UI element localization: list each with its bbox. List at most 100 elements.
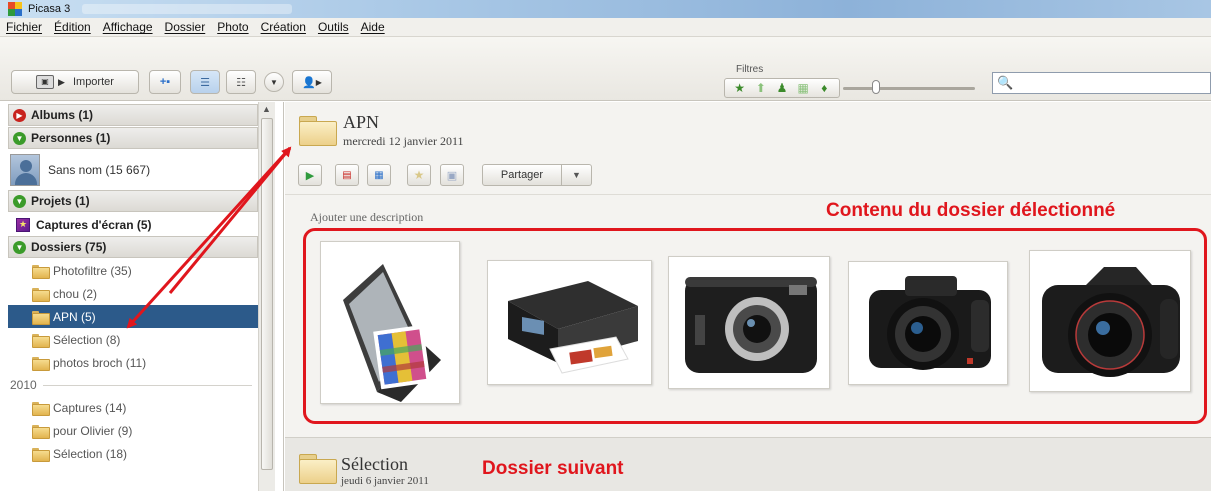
menu-affichage[interactable]: Affichage	[103, 20, 153, 34]
play-icon: ▶	[305, 169, 315, 182]
play-slideshow-button[interactable]: ▶	[298, 164, 322, 186]
thumbnail-printer[interactable]	[487, 260, 652, 385]
next-folder-title: Sélection	[341, 454, 408, 474]
sidebar-scrollbar[interactable]: ▲	[258, 102, 275, 491]
scroll-up-icon[interactable]: ▲	[262, 104, 271, 114]
folder-item[interactable]: photos broch (11)	[8, 351, 258, 374]
view-tree-button[interactable]: ☷	[226, 70, 256, 94]
section-projects-label: Projets (1)	[31, 194, 90, 208]
date-slider-track[interactable]	[843, 87, 975, 90]
folder-label: Photofiltre (35)	[53, 263, 132, 278]
person-icon: 👤	[302, 76, 316, 89]
thumbnail-compact-camera[interactable]	[668, 256, 830, 389]
folder-icon	[32, 287, 50, 302]
library-panel: ▶ Albums (1) ▼ Personnes (1) Sans nom (1…	[0, 102, 284, 491]
collage-button[interactable]: ▦	[367, 164, 391, 186]
thumbnail-scanner[interactable]	[320, 241, 460, 404]
list-view-icon: ☰	[200, 76, 210, 89]
folder-label: photos broch (11)	[53, 355, 147, 370]
next-folder-section: Sélection jeudi 6 janvier 2011 Dossier s…	[285, 437, 1211, 491]
avatar	[10, 154, 40, 186]
upload-filter-icon[interactable]: ⬆	[753, 81, 769, 95]
year-separator: 2010	[8, 374, 258, 396]
folder-icon	[32, 310, 50, 325]
collapse-icon[interactable]: ▼	[13, 194, 26, 208]
folder-label: Sélection (18)	[53, 446, 128, 461]
picasa-logo-icon	[8, 2, 22, 16]
menu-photo[interactable]: Photo	[217, 20, 248, 34]
folder-item[interactable]: Captures (14)	[8, 396, 258, 419]
share-dropdown-button[interactable]: ▼	[562, 164, 592, 186]
section-folders[interactable]: ▼ Dossiers (75)	[8, 236, 258, 258]
folder-label: Sélection (8)	[53, 332, 121, 347]
edit-photo-button[interactable]: ▤	[335, 164, 359, 186]
add-to-album-button[interactable]: +▪	[149, 70, 181, 94]
section-albums[interactable]: ▶ Albums (1)	[8, 104, 258, 126]
folder-date: mercredi 12 janvier 2011	[343, 134, 464, 148]
title-bar-blurred-text	[82, 4, 293, 14]
folder-item[interactable]: Sélection (18)	[8, 442, 258, 465]
menu-dossier[interactable]: Dossier	[165, 20, 206, 34]
divider	[285, 194, 1211, 195]
folder-label: APN (5)	[53, 309, 96, 324]
folder-item-selected[interactable]: APN (5)	[8, 305, 258, 328]
save-button[interactable]: ▣	[440, 164, 464, 186]
collapse-icon[interactable]: ▼	[13, 240, 26, 254]
menu-outils[interactable]: Outils	[318, 20, 349, 34]
folder-icon	[32, 424, 50, 439]
next-folder-date: jeudi 6 janvier 2011	[341, 475, 429, 487]
section-folders-label: Dossiers (75)	[31, 240, 107, 254]
folder-item[interactable]: chou (2)	[8, 282, 258, 305]
collapse-icon[interactable]: ▼	[13, 131, 26, 145]
scrollbar-thumb[interactable]	[261, 118, 273, 470]
folder-item[interactable]: pour Olivier (9)	[8, 419, 258, 442]
folder-content-panel: APN mercredi 12 janvier 2011 ▶ ▤ ▦ ★ ▣ P…	[285, 102, 1211, 491]
menu-bar: Fichier Édition Affichage Dossier Photo …	[0, 18, 1211, 37]
project-item[interactable]: ★ Captures d'écran (5)	[8, 213, 258, 236]
filters-group: ★ ⬆ ♟ ▦ ♦	[724, 78, 840, 98]
folder-item[interactable]: Sélection (8)	[8, 328, 258, 351]
project-item-label: Captures d'écran (5)	[36, 217, 152, 232]
people-button[interactable]: 👤 ▶	[292, 70, 332, 94]
geotag-filter-icon[interactable]: ♦	[816, 81, 832, 95]
dropdown-button[interactable]: ▼	[264, 72, 284, 92]
person-unnamed[interactable]: Sans nom (15 667)	[8, 150, 258, 190]
folder-item[interactable]: Photofiltre (35)	[8, 259, 258, 282]
add-album-icon: +▪	[159, 76, 171, 88]
folder-label: Captures (14)	[53, 400, 127, 415]
section-albums-label: Albums (1)	[31, 108, 94, 122]
folder-label: pour Olivier (9)	[53, 423, 133, 438]
section-projects[interactable]: ▼ Projets (1)	[8, 190, 258, 212]
import-button[interactable]: ▣ ▶ Importer	[11, 70, 139, 94]
person-label: Sans nom (15 667)	[48, 163, 151, 177]
title-bar: Picasa 3	[0, 0, 1211, 18]
menu-aide[interactable]: Aide	[361, 20, 385, 34]
folder-icon	[32, 401, 50, 416]
folder-icon	[32, 264, 50, 279]
folder-title: APN	[343, 112, 380, 132]
view-small-button[interactable]: ☰	[190, 70, 220, 94]
filters-label: Filtres	[736, 64, 764, 75]
section-persons[interactable]: ▼ Personnes (1)	[8, 127, 258, 149]
star-button[interactable]: ★	[407, 164, 431, 186]
expand-icon[interactable]: ▶	[13, 108, 26, 122]
add-description-field[interactable]: Ajouter une description	[310, 210, 423, 225]
thumbnail-bridge-camera[interactable]	[848, 261, 1008, 385]
person-filter-icon[interactable]: ♟	[774, 81, 790, 95]
section-persons-label: Personnes (1)	[31, 131, 111, 145]
thumbnail-dslr-camera[interactable]	[1029, 250, 1191, 392]
menu-edition[interactable]: Édition	[54, 20, 91, 34]
search-input[interactable]: 🔍	[992, 72, 1211, 94]
collage-icon: ▦	[374, 169, 384, 181]
star-filter-icon[interactable]: ★	[732, 81, 748, 95]
movie-filter-icon[interactable]: ▦	[795, 81, 811, 95]
project-collage-icon: ★	[16, 217, 30, 232]
menu-fichier[interactable]: Fichier	[6, 20, 42, 34]
camera-import-icon: ▣	[36, 75, 55, 89]
share-button[interactable]: Partager	[482, 164, 562, 186]
menu-creation[interactable]: Création	[261, 20, 306, 34]
date-slider-handle[interactable]	[872, 80, 880, 94]
folder-large-icon	[299, 452, 337, 484]
folder-icon	[32, 356, 50, 371]
star-icon: ★	[413, 168, 425, 182]
